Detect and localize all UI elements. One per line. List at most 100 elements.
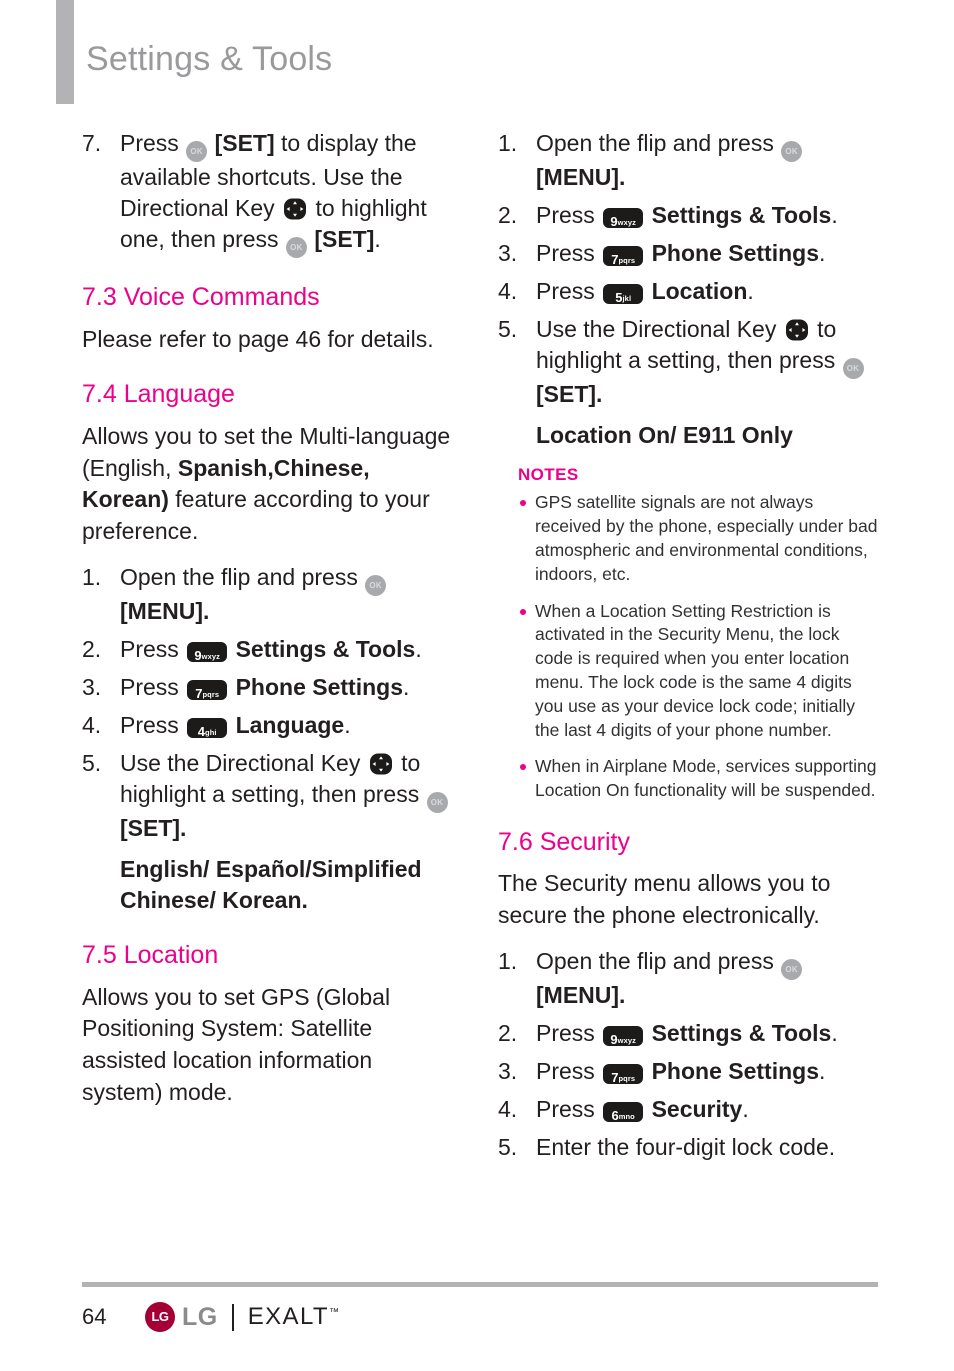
language-options: English/ Español/Simplified Chinese/ Kor… <box>120 856 422 914</box>
list-item: 3. Press 7pqrs Phone Settings. <box>498 238 878 269</box>
step-text-bold: Settings & Tools <box>651 202 832 229</box>
step-text: Press <box>120 711 179 738</box>
step-text: . <box>818 240 826 267</box>
number-key-icon-9: 9wxyz <box>187 641 228 663</box>
list-item: 2. Press 9wxyz Settings & Tools. <box>82 634 454 665</box>
list-item: 5. Enter the four-digit lock code. <box>498 1132 878 1163</box>
step-text: Enter the four-digit lock code. <box>536 1134 836 1161</box>
step-number: 3. <box>82 673 102 700</box>
step-list-shortcuts: 7. Press OK [SET] to display the availabl… <box>82 128 454 259</box>
step-text: Open the flip and press <box>536 947 774 974</box>
step-text: Press <box>536 1096 595 1122</box>
section-heading-security: 7.6 Security <box>498 827 631 856</box>
step-text-bold: Security <box>651 1096 743 1122</box>
step-text: . <box>742 1096 749 1122</box>
step-number: 4. <box>82 711 102 738</box>
number-key-icon-9: 9wxyz <box>603 208 644 229</box>
ok-key-icon: OK <box>426 792 448 813</box>
step-text: . <box>831 202 838 229</box>
step-text: Press <box>120 635 179 662</box>
list-item: 2. Press 9wxyz Settings & Tools. <box>498 1018 878 1049</box>
step-number: 2. <box>498 202 518 229</box>
step-text: . <box>402 673 410 700</box>
list-item: 2. Press 9wxyz Settings & Tools. <box>498 200 878 231</box>
list-item: 7. Press OK [SET] to display the availabl… <box>82 128 454 259</box>
right-column: 1. Open the flip and press OK [MENU]. 2. P… <box>498 128 878 1173</box>
directional-key-icon <box>785 318 809 341</box>
voice-commands-paragraph: Please refer to page 46 for details. <box>82 325 434 352</box>
list-item: When a Location Setting Restriction is a… <box>518 600 878 743</box>
step-text-bold: Phone Settings <box>235 673 403 700</box>
section-heading-voice-commands: 7.3 Voice Commands <box>82 283 320 312</box>
step-number: 7. <box>82 130 102 156</box>
step-list-location: 1. Open the flip and press OK [MENU]. 2. P… <box>498 128 878 410</box>
step-number: 2. <box>82 635 102 662</box>
step-number: 3. <box>498 1057 518 1084</box>
step-text: . <box>831 1019 838 1046</box>
step-text: Use the Directional Key <box>536 316 777 343</box>
step-text: Press <box>536 1019 595 1046</box>
step-text: Press <box>120 673 179 700</box>
left-column: 7. Press OK [SET] to display the availabl… <box>82 128 454 1123</box>
step-number: 5. <box>498 316 518 343</box>
step-text-bold: [SET] <box>214 130 275 156</box>
number-key-icon-9: 9wxyz <box>603 1025 644 1047</box>
directional-key-icon <box>369 752 393 775</box>
step-number: 3. <box>498 240 518 267</box>
step-text-bold: Phone Settings <box>651 240 819 267</box>
step-text: Press <box>120 130 179 156</box>
brand-lockup: LG EXALT™ <box>145 1299 339 1335</box>
step-text-bold: [SET] <box>314 226 375 253</box>
brand-divider <box>231 1303 234 1331</box>
step-text-bold: Language <box>235 711 345 738</box>
notes-title: NOTES <box>518 465 579 485</box>
ok-key-icon: OK <box>186 141 208 162</box>
ok-key-icon: OK <box>285 237 307 259</box>
footer: 64 LG EXALT™ <box>82 1296 882 1344</box>
step-text-bold: [SET]. <box>120 815 187 841</box>
list-item: 3. Press 7pqrs Phone Settings. <box>498 1056 878 1087</box>
step-text-bold: Location <box>651 278 748 305</box>
step-text: . <box>747 278 754 305</box>
section-heading-location: 7.5 Location <box>82 941 219 970</box>
ok-key-icon: OK <box>781 958 803 980</box>
step-number: 4. <box>498 1096 518 1122</box>
section-heading-language: 7.4 Language <box>82 380 235 409</box>
step-text-bold: Phone Settings <box>651 1057 819 1084</box>
list-item: 1. Open the flip and press OK [MENU]. <box>82 562 454 627</box>
lg-logo-icon <box>145 1302 175 1332</box>
step-list-security: 1. Open the flip and press OK [MENU]. 2. P… <box>498 946 878 1163</box>
directional-key-icon <box>283 197 307 220</box>
step-text: Press <box>536 202 595 229</box>
step-number: 2. <box>498 1019 518 1046</box>
list-item: 5. Use the Directional Key to highlight a… <box>82 748 454 844</box>
list-item: 5. Use the Directional Key to highlight a… <box>498 314 878 410</box>
product-name-text: EXALT <box>247 1303 329 1330</box>
step-number: 1. <box>82 563 102 590</box>
list-item: 1. Open the flip and press OK [MENU]. <box>498 128 878 193</box>
step-text-bold: [MENU]. <box>536 164 626 190</box>
step-text-bold: Settings & Tools <box>235 635 416 662</box>
list-item: 1. Open the flip and press OK [MENU]. <box>498 946 878 1011</box>
step-text: . <box>818 1057 826 1084</box>
header-accent-bar <box>56 0 74 104</box>
step-list-language: 1. Open the flip and press OK [MENU]. 2. P… <box>82 562 454 844</box>
step-text-bold: [MENU]. <box>120 597 210 624</box>
step-text-bold: Settings & Tools <box>651 1019 832 1046</box>
number-key-icon-7: 7pqrs <box>603 246 644 267</box>
list-item: 4. Press 4ghi Language. <box>82 710 454 741</box>
ok-key-icon: OK <box>365 574 387 596</box>
trademark-symbol: ™ <box>328 1307 339 1318</box>
list-item: 3. Press 7pqrs Phone Settings. <box>82 672 454 703</box>
product-name: EXALT™ <box>248 1303 339 1331</box>
step-number: 5. <box>498 1134 518 1161</box>
step-text-bold: [SET]. <box>536 381 603 408</box>
location-options: Location On/ E911 Only <box>536 422 793 449</box>
number-key-icon-6: 6mno <box>603 1102 644 1123</box>
step-text-bold: [MENU]. <box>536 981 626 1008</box>
list-item: GPS satellite signals are not always rec… <box>518 491 878 586</box>
list-item: When in Airplane Mode, services supporti… <box>518 755 878 803</box>
step-number: 5. <box>82 749 102 776</box>
step-text: Open the flip and press <box>120 563 358 590</box>
step-text: Press <box>536 278 595 305</box>
